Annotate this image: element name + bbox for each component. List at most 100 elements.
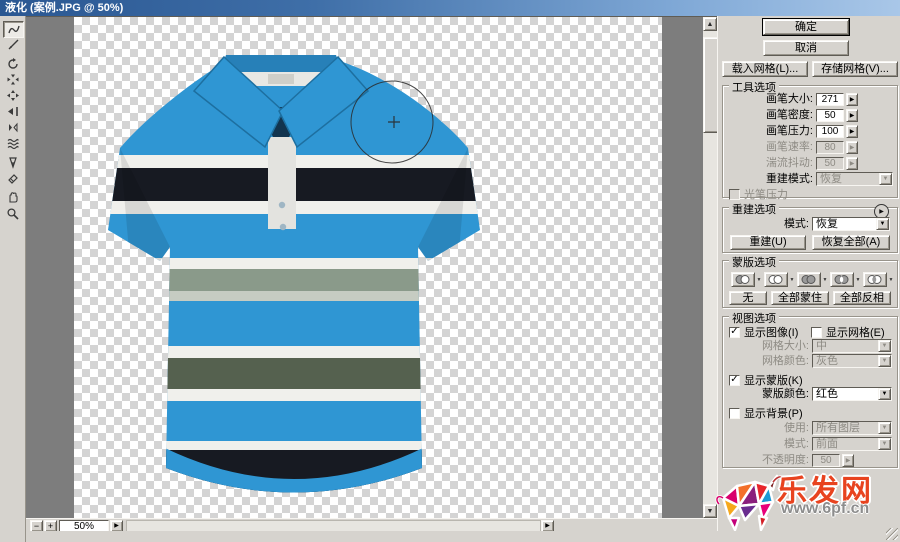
dropdown-arrow-icon: ▼: [879, 173, 892, 185]
tool-mirror[interactable]: [3, 120, 22, 135]
liquify-toolbar: [0, 16, 26, 542]
brush-rate-slider-arrow: ▶: [846, 141, 858, 154]
cancel-button[interactable]: 取消: [763, 40, 849, 56]
brush-rate-field: 80: [816, 141, 844, 154]
dropdown-arrow-icon: ▼: [878, 355, 891, 367]
show-backdrop-checkbox[interactable]: [729, 408, 740, 419]
backdrop-mode-select: 前面 ▼: [812, 437, 892, 451]
dropdown-arrow-icon[interactable]: ▼: [876, 218, 889, 230]
mask-color-label: 蒙版颜色:: [723, 388, 809, 401]
brush-rate-label: 画笔速率:: [727, 141, 813, 154]
dropdown-arrow-icon: ▼: [878, 438, 891, 450]
watermark-site-url: www.6pf.cn: [781, 500, 869, 518]
mask-none-button[interactable]: 无: [729, 291, 767, 305]
tool-pucker[interactable]: [3, 72, 22, 87]
tool-zoom[interactable]: [3, 206, 22, 221]
mask-options-legend: 蒙版选项: [729, 254, 779, 270]
brush-pressure-label: 画笔压力:: [727, 125, 813, 138]
brush-size-field[interactable]: 271: [816, 93, 844, 106]
show-mask-label: 显示蒙版(K): [744, 372, 803, 388]
mask-options-group: 蒙版选项 ▼ ▼ ▼ ▼ ▼ 无 全部蒙住 全部反相: [722, 260, 898, 308]
brush-density-label: 画笔密度:: [727, 109, 813, 122]
view-options-group: 视图选项 ✓ 显示图像(I) 显示网格(E) 网格大小: 中 ▼ 网格颜色: 灰…: [722, 316, 898, 468]
mask-color-select[interactable]: 红色 ▼: [812, 387, 892, 401]
tool-turbulence[interactable]: [3, 136, 22, 151]
tool-hand[interactable]: [3, 190, 22, 205]
show-mask-checkbox[interactable]: ✓: [729, 375, 740, 386]
reconstruct-mode-select: 恢复 ▼: [816, 172, 893, 186]
dialog-bottom-edge: [26, 531, 900, 542]
brush-density-slider-arrow[interactable]: ▶: [846, 109, 858, 122]
options-panel: 确定 取消 载入网格(L)... 存储网格(V)... 工具选项 画笔大小: 2…: [717, 16, 900, 542]
brush-size-slider-arrow[interactable]: ▶: [846, 93, 858, 106]
turbulent-jitter-label: 湍流抖动:: [727, 157, 813, 170]
show-mesh-label: 显示网格(E): [826, 324, 885, 340]
canvas-transparency-checker[interactable]: [74, 17, 662, 518]
mask-replace-selection-icon[interactable]: [731, 272, 755, 287]
mesh-size-label: 网格大小:: [723, 340, 809, 353]
show-backdrop-label: 显示背景(P): [744, 405, 803, 421]
save-mesh-button[interactable]: 存储网格(V)...: [812, 61, 898, 77]
reconstruct-options-group: 重建选项 ▶ 模式: 恢复 ▼ 重建(U) 恢复全部(A): [722, 207, 898, 253]
mask-intersect-with-selection-icon[interactable]: [830, 272, 854, 287]
dropdown-arrow-icon[interactable]: ▼: [878, 388, 891, 400]
watermark: 乐发网 www.6pf.cn: [715, 468, 900, 538]
tool-options-group: 工具选项 画笔大小: 271 ▶ 画笔密度: 50 ▶ 画笔压力: 100 ▶ …: [722, 85, 898, 198]
mesh-size-select: 中 ▼: [812, 339, 892, 353]
brush-pressure-slider-arrow[interactable]: ▶: [846, 125, 858, 138]
brush-pressure-field[interactable]: 100: [816, 125, 844, 138]
tool-twirl-clockwise[interactable]: [3, 56, 22, 71]
reconstruct-options-legend: 重建选项: [729, 201, 779, 217]
mask-all-button[interactable]: 全部蒙住: [771, 291, 829, 305]
invert-all-button[interactable]: 全部反相: [833, 291, 891, 305]
dropdown-arrow-icon: ▼: [878, 340, 891, 352]
preview-area: ▲ ▼ − + 50% ▶ ▶: [26, 16, 717, 531]
mask-invert-selection-icon[interactable]: [863, 272, 887, 287]
stylus-pressure-label: 光笔压力: [744, 186, 788, 202]
show-mask-row[interactable]: ✓ 显示蒙版(K): [729, 372, 803, 388]
use-select: 所有图层 ▼: [812, 421, 892, 435]
stylus-pressure-row: 光笔压力: [729, 186, 788, 202]
tool-thaw-mask[interactable]: [3, 171, 22, 186]
reconstruct-mode2-select[interactable]: 恢复 ▼: [812, 217, 890, 231]
vertical-scrollbar[interactable]: ▲ ▼: [703, 17, 717, 518]
dropdown-arrow-icon[interactable]: ▼: [854, 276, 862, 283]
mesh-color-label: 网格颜色:: [723, 355, 809, 368]
show-mesh-row[interactable]: 显示网格(E): [811, 324, 885, 340]
scroll-up-button[interactable]: ▲: [703, 17, 717, 31]
brush-density-field[interactable]: 50: [816, 109, 844, 122]
dropdown-arrow-icon[interactable]: ▼: [887, 276, 895, 283]
turbulent-jitter-field: 50: [816, 157, 844, 170]
use-label: 使用:: [723, 422, 809, 435]
mask-subtract-from-selection-icon[interactable]: [797, 272, 821, 287]
dropdown-arrow-icon[interactable]: ▼: [788, 276, 796, 283]
tool-push-left[interactable]: [3, 104, 22, 119]
show-image-label: 显示图像(I): [744, 324, 798, 340]
dropdown-arrow-icon: ▼: [878, 422, 891, 434]
tool-bloat[interactable]: [3, 88, 22, 103]
tool-reconstruct[interactable]: [3, 37, 22, 52]
stylus-pressure-checkbox: [729, 189, 740, 200]
show-image-checkbox[interactable]: ✓: [729, 327, 740, 338]
reconstruct-mode-label: 重建模式:: [727, 173, 813, 186]
brush-size-label: 画笔大小:: [727, 93, 813, 106]
reconstruct-mode2-label: 模式:: [723, 218, 809, 231]
liquify-dialog: 液化 (案例.JPG @ 50%): [0, 0, 900, 542]
liquify-brush-cursor[interactable]: [348, 78, 436, 166]
resize-grip[interactable]: [886, 528, 898, 540]
tool-forward-warp[interactable]: [3, 21, 24, 38]
dropdown-arrow-icon[interactable]: ▼: [755, 276, 763, 283]
dialog-titlebar[interactable]: 液化 (案例.JPG @ 50%): [0, 0, 900, 16]
show-backdrop-row[interactable]: 显示背景(P): [729, 405, 803, 421]
tool-freeze-mask[interactable]: [3, 155, 22, 170]
preview-statusbar: − + 50% ▶ ▶: [26, 518, 717, 532]
show-mesh-checkbox[interactable]: [811, 327, 822, 338]
show-image-row[interactable]: ✓ 显示图像(I): [729, 324, 798, 340]
dialog-title: 液化 (案例.JPG @ 50%): [5, 2, 123, 14]
dropdown-arrow-icon[interactable]: ▼: [821, 276, 829, 283]
restore-all-button[interactable]: 恢复全部(A): [812, 235, 890, 250]
ok-button[interactable]: 确定: [763, 19, 849, 35]
reconstruct-button[interactable]: 重建(U): [730, 235, 806, 250]
mask-add-to-selection-icon[interactable]: [764, 272, 788, 287]
load-mesh-button[interactable]: 载入网格(L)...: [722, 61, 808, 77]
